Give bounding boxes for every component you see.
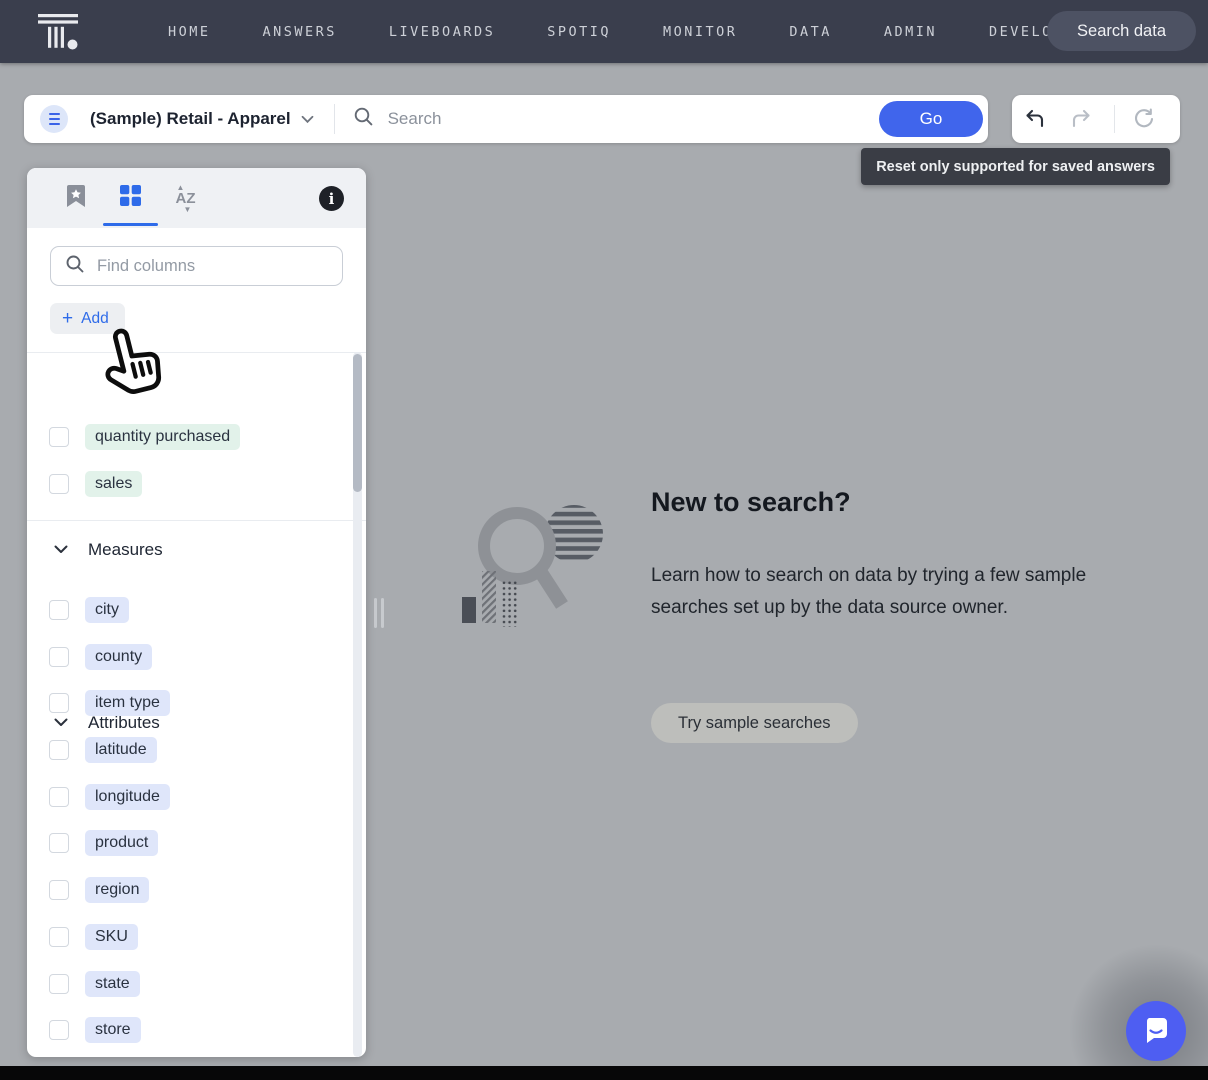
column-checkbox[interactable] <box>49 927 69 947</box>
column-tag[interactable]: city <box>85 597 129 623</box>
nav-item-monitor[interactable]: MONITOR <box>637 14 763 50</box>
column-row: store <box>27 1013 366 1047</box>
column-checkbox[interactable] <box>49 787 69 807</box>
column-row: city <box>27 593 366 627</box>
column-tag[interactable]: quantity purchased <box>85 424 240 450</box>
columns-panel: AZ▲▼ i + Add Measures quantity purchased… <box>27 168 366 1057</box>
divider <box>27 520 366 521</box>
chat-icon <box>1141 1015 1171 1048</box>
column-row: item type <box>27 686 366 720</box>
try-sample-searches-button[interactable]: Try sample searches <box>651 703 858 743</box>
chat-bubble-button[interactable] <box>1126 1001 1186 1061</box>
column-checkbox[interactable] <box>49 1020 69 1040</box>
column-checkbox[interactable] <box>49 474 69 494</box>
find-columns-box <box>50 246 343 286</box>
undo-icon[interactable] <box>1012 107 1058 131</box>
column-checkbox[interactable] <box>49 693 69 713</box>
column-checkbox[interactable] <box>49 833 69 853</box>
reset-icon[interactable] <box>1121 107 1167 131</box>
column-tag[interactable]: county <box>85 644 152 670</box>
tab-saved-searches[interactable] <box>48 168 103 228</box>
panel-tabs: AZ▲▼ i <box>27 168 366 228</box>
add-column-button[interactable]: + Add <box>50 303 125 334</box>
column-tag[interactable]: item type <box>85 690 170 716</box>
column-checkbox[interactable] <box>49 647 69 667</box>
nav-item-admin[interactable]: ADMIN <box>858 14 963 50</box>
nav-menu: HOME ANSWERS LIVEBOARDS SPOTIQ MONITOR D… <box>142 14 1089 50</box>
search-bar: (Sample) Retail - Apparel Search Go <box>24 95 988 143</box>
empty-state-title: New to search? <box>651 487 851 518</box>
chevron-down-icon[interactable] <box>301 111 314 129</box>
bookmark-icon <box>65 184 87 213</box>
bottom-bar <box>0 1066 1208 1080</box>
search-data-button[interactable]: Search data <box>1047 11 1196 51</box>
nav-item-spotiq[interactable]: SPOTIQ <box>521 14 637 50</box>
column-tag[interactable]: product <box>85 830 158 856</box>
az-sort-icon: AZ▲▼ <box>176 191 196 206</box>
column-tag[interactable]: store <box>85 1017 141 1043</box>
column-row: longitude <box>27 780 366 814</box>
column-checkbox[interactable] <box>49 974 69 994</box>
tab-az-sort[interactable]: AZ▲▼ <box>158 168 213 228</box>
column-checkbox[interactable] <box>49 600 69 620</box>
column-tag[interactable]: latitude <box>85 737 157 763</box>
column-tag[interactable]: sales <box>85 471 142 497</box>
nav-item-answers[interactable]: ANSWERS <box>237 14 363 50</box>
column-row: state <box>27 967 366 1001</box>
search-icon <box>65 254 85 279</box>
column-checkbox[interactable] <box>49 880 69 900</box>
column-checkbox[interactable] <box>49 740 69 760</box>
nav-item-data[interactable]: DATA <box>763 14 858 50</box>
chevron-down-icon <box>54 541 68 559</box>
divider <box>1114 105 1115 133</box>
section-label: Measures <box>88 540 163 560</box>
divider <box>334 104 335 134</box>
empty-state-description: Learn how to search on data by trying a … <box>651 560 1096 623</box>
top-nav: HOME ANSWERS LIVEBOARDS SPOTIQ MONITOR D… <box>0 0 1208 63</box>
column-row: region <box>27 873 366 907</box>
column-tag[interactable]: region <box>85 877 149 903</box>
divider <box>27 352 366 353</box>
column-tag[interactable]: SKU <box>85 924 138 950</box>
column-row: county <box>27 640 366 674</box>
answer-actions <box>1012 95 1180 143</box>
search-illustration <box>452 486 622 671</box>
active-tab-indicator <box>103 223 158 226</box>
go-button[interactable]: Go <box>879 101 983 137</box>
column-row: product <box>27 826 366 860</box>
column-row: SKU <box>27 920 366 954</box>
panel-resize-handle[interactable] <box>374 598 384 628</box>
measures-section-header[interactable]: Measures <box>27 534 366 566</box>
column-checkbox[interactable] <box>49 427 69 447</box>
find-columns-input[interactable] <box>97 257 317 276</box>
search-icon <box>353 106 374 132</box>
nav-item-liveboards[interactable]: LIVEBOARDS <box>363 14 521 50</box>
info-icon[interactable]: i <box>319 186 344 211</box>
column-tag[interactable]: state <box>85 971 140 997</box>
add-label: Add <box>81 310 109 328</box>
panel-scrollbar-thumb[interactable] <box>353 354 362 492</box>
data-source-name[interactable]: (Sample) Retail - Apparel <box>90 109 291 129</box>
column-row: quantity purchased <box>27 420 366 454</box>
reset-tooltip: Reset only supported for saved answers <box>861 148 1170 185</box>
column-row: sales <box>27 467 366 501</box>
data-source-icon[interactable] <box>40 105 68 133</box>
tab-columns-grid[interactable] <box>103 168 158 228</box>
hamburger-icon <box>49 113 60 125</box>
column-tag[interactable]: longitude <box>85 784 170 810</box>
column-row: latitude <box>27 733 366 767</box>
redo-icon[interactable] <box>1058 107 1104 131</box>
thoughtspot-logo-icon[interactable] <box>34 11 84 53</box>
nav-item-home[interactable]: HOME <box>142 14 237 50</box>
grid-icon <box>119 184 142 212</box>
plus-icon: + <box>62 309 73 328</box>
